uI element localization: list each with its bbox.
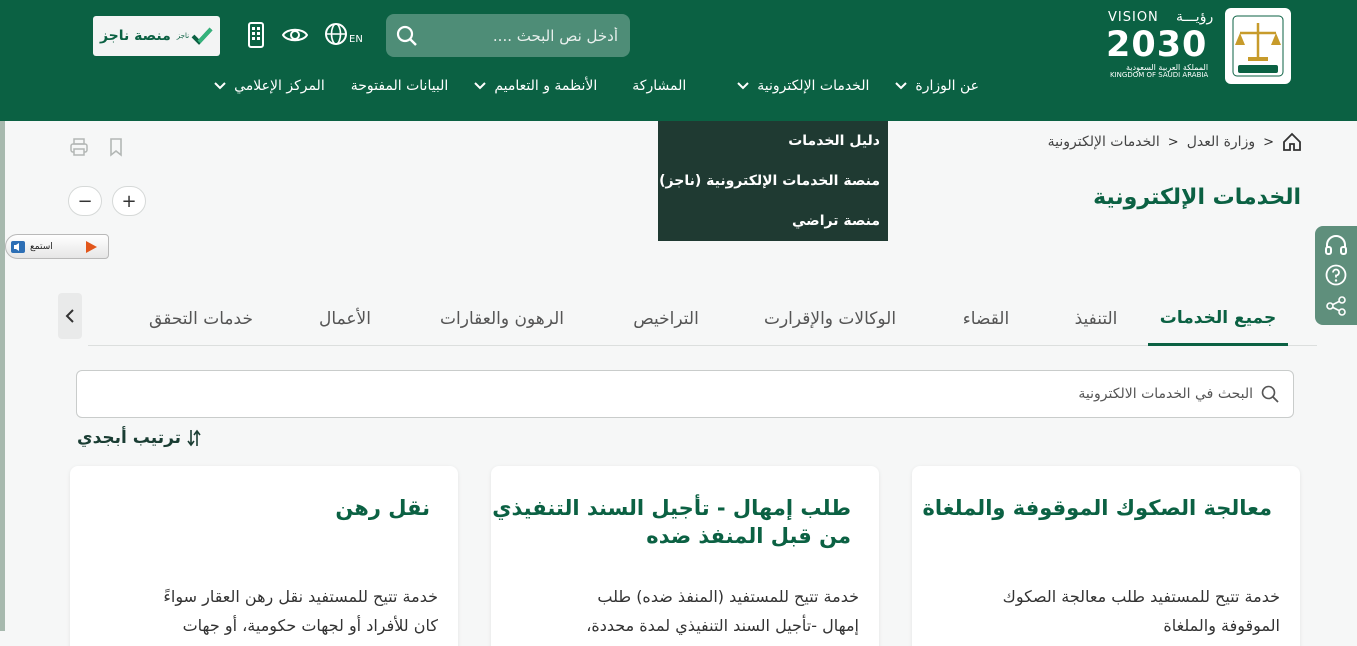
site-search-input[interactable] — [428, 26, 618, 45]
description-line: إمهال -تأجيل السند التنفيذي لمدة محددة، — [586, 616, 859, 635]
nav-participation[interactable]: المشاركة — [610, 74, 724, 98]
site-search — [386, 14, 630, 57]
search-icon[interactable] — [396, 25, 418, 47]
site-header: ناجز منصة ناجز EN عن الوزارة الخدمات الإ… — [0, 0, 1357, 121]
dropdown-item-taradi-platform[interactable]: منصة تراضي — [658, 209, 888, 249]
vision-text: VISION — [1108, 10, 1159, 25]
search-icon — [1261, 385, 1279, 403]
tab-business[interactable]: الأعمال — [302, 292, 388, 346]
ministry-emblem[interactable] — [1225, 8, 1291, 84]
nav-label: المشاركة — [632, 78, 687, 94]
description-line: كان للأفراد أو لجهات حكومية، أو جهات — [182, 616, 438, 635]
bookmark-icon[interactable] — [105, 136, 127, 158]
service-card-description: خدمة تتيح للمستفيد طلب معالجة الصكوك الم… — [1003, 582, 1280, 640]
naiz-button-label: منصة ناجز — [99, 28, 171, 44]
nav-label: الأنظمة و التعاميم — [494, 78, 598, 94]
chevron-left-icon — [65, 309, 74, 323]
vision-country-en: KINGDOM OF SAUDI ARABIA — [1110, 71, 1209, 79]
nav-regulations[interactable]: الأنظمة و التعاميم — [461, 74, 610, 98]
service-card-description: خدمة تتيح للمستفيد نقل رهن العقار سواءً … — [163, 582, 438, 640]
tab-mortgages-real-estate[interactable]: الرهون والعقارات — [422, 292, 582, 346]
headphones-icon[interactable] — [1324, 234, 1348, 256]
service-card-description: خدمة تتيح للمستفيد (المنفذ ضده) طلب إمها… — [586, 582, 859, 640]
listen-label: استمع — [30, 241, 53, 252]
service-card[interactable]: معالجة الصكوك الموقوفة والملغاة خدمة تتي… — [912, 466, 1300, 646]
e-services-dropdown: دليل الخدمات منصة الخدمات الإلكترونية (ن… — [658, 121, 888, 241]
naiz-logo-text: ناجز — [176, 32, 190, 40]
description-line: خدمة تتيح للمستفيد (المنفذ ضده) طلب — [597, 587, 859, 606]
zoom-out-button[interactable]: − — [68, 186, 102, 216]
side-tools-panel — [1315, 226, 1357, 325]
mobile-icon[interactable] — [243, 22, 269, 48]
help-icon[interactable] — [1325, 264, 1347, 286]
service-search-box — [76, 370, 1294, 418]
chevron-down-icon — [737, 82, 749, 90]
main-nav: عن الوزارة الخدمات الإلكترونية المشاركة … — [201, 74, 992, 98]
left-edge-strip — [0, 121, 5, 631]
vision-text-ar: رؤيـــة — [1176, 9, 1214, 25]
chevron-down-icon — [214, 82, 226, 90]
service-card[interactable]: نقل رهن خدمة تتيح للمستفيد نقل رهن العقا… — [70, 466, 458, 646]
language-label: EN — [349, 34, 363, 45]
naiz-platform-button[interactable]: ناجز منصة ناجز — [93, 16, 220, 56]
eye-icon[interactable] — [282, 22, 308, 48]
nav-label: عن الوزارة — [915, 78, 979, 94]
breadcrumb-separator: < — [1167, 134, 1179, 150]
service-card-title: معالجة الصكوك الموقوفة والملغاة — [922, 496, 1272, 520]
page-title: الخدمات الإلكترونية — [1093, 185, 1301, 210]
language-switch[interactable]: EN — [324, 22, 363, 46]
tab-licenses[interactable]: التراخيص — [618, 292, 714, 346]
zoom-in-button[interactable]: + — [112, 186, 146, 216]
breadcrumb-ministry[interactable]: وزارة العدل — [1187, 134, 1255, 150]
tab-judiciary[interactable]: القضاء — [948, 292, 1024, 346]
naiz-logo: ناجز — [177, 27, 213, 45]
share-icon[interactable] — [1325, 295, 1347, 317]
vision-year: 2030 — [1106, 25, 1208, 65]
description-line: الموقوفة والملغاة — [1163, 616, 1280, 635]
nav-label: المركز الإعلامي — [234, 78, 325, 94]
home-icon[interactable] — [1282, 132, 1302, 152]
globe-icon — [325, 23, 347, 45]
nav-label: البيانات المفتوحة — [350, 78, 449, 94]
print-icon[interactable] — [68, 136, 90, 158]
tab-execution[interactable]: التنفيذ — [1060, 292, 1132, 346]
service-search-input[interactable] — [153, 386, 1253, 402]
listen-button[interactable]: استمع — [5, 234, 109, 259]
nav-open-data[interactable]: البيانات المفتوحة — [338, 74, 462, 98]
tab-all-services[interactable]: جميع الخدمات — [1148, 292, 1288, 346]
tabs-scroll-left-button[interactable] — [58, 293, 82, 339]
tab-verification-services[interactable]: خدمات التحقق — [136, 292, 266, 346]
title-line: طلب إمهال - تأجيل السند التنفيذي — [492, 496, 851, 520]
description-line: خدمة تتيح للمستفيد نقل رهن العقار سواءً — [163, 587, 438, 606]
sort-label: ترتيب أبجدي — [77, 428, 182, 448]
chevron-down-icon — [895, 82, 908, 90]
sort-alphabetical-button[interactable]: ترتيب أبجدي — [77, 428, 201, 448]
nav-e-services[interactable]: الخدمات الإلكترونية — [724, 74, 882, 98]
breadcrumb-current: الخدمات الإلكترونية — [1047, 134, 1160, 150]
tab-agencies-acknowledgments[interactable]: الوكالات والإقرارت — [748, 292, 912, 346]
breadcrumb: < وزارة العدل < الخدمات الإلكترونية — [1048, 132, 1302, 152]
service-card[interactable]: طلب إمهال - تأجيل السند التنفيذي من قبل … — [491, 466, 879, 646]
nav-media-center[interactable]: المركز الإعلامي — [201, 74, 338, 98]
service-card-title: نقل رهن — [335, 496, 430, 520]
nav-label: الخدمات الإلكترونية — [757, 78, 870, 94]
dropdown-item-services-guide[interactable]: دليل الخدمات — [658, 129, 888, 169]
scales-of-justice-icon — [1232, 15, 1284, 77]
chevron-down-icon — [474, 82, 487, 90]
naiz-check-icon — [191, 27, 213, 45]
speaker-icon — [11, 240, 25, 253]
dropdown-item-naiz-platform[interactable]: منصة الخدمات الإلكترونية (ناجز) — [658, 169, 888, 209]
nav-about-ministry[interactable]: عن الوزارة — [882, 74, 992, 98]
sort-icon — [187, 429, 201, 447]
play-icon — [86, 240, 97, 253]
breadcrumb-separator: < — [1263, 134, 1274, 150]
description-line: خدمة تتيح للمستفيد طلب معالجة الصكوك — [1002, 587, 1280, 606]
title-line: من قبل المنفذ ضده — [646, 524, 851, 548]
vision-2030-logo[interactable]: VISION رؤيـــة 2030 المملكة العربية السع… — [1106, 8, 1216, 84]
service-category-tabs: جميع الخدمات التنفيذ القضاء الوكالات وال… — [88, 292, 1317, 346]
service-card-title: طلب إمهال - تأجيل السند التنفيذي من قبل … — [492, 494, 851, 550]
